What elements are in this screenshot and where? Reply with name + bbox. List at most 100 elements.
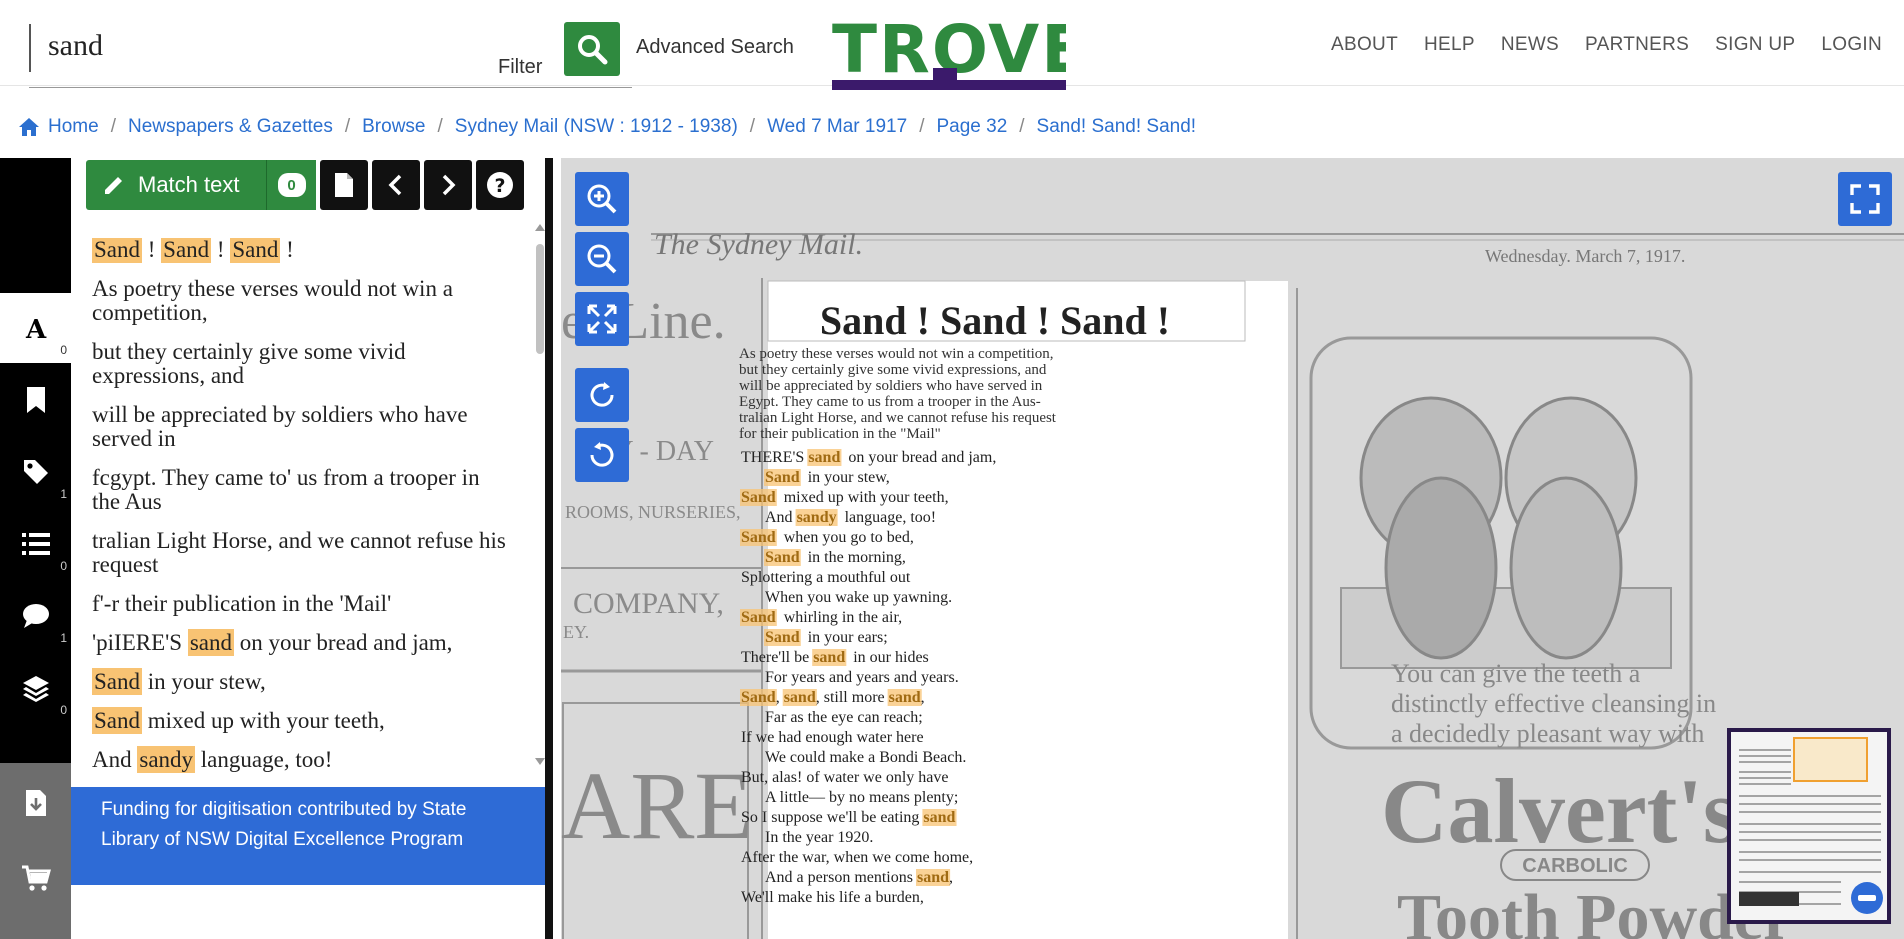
text-line: tralian Light Horse, and we cannot refus… <box>92 529 512 577</box>
poem-segment: , <box>776 689 784 706</box>
page-search-hit: Sand <box>741 689 776 706</box>
breadcrumb-separator: / <box>437 116 443 137</box>
poem-segment <box>741 629 765 646</box>
tag-icon <box>23 460 48 484</box>
bookmark-icon <box>26 387 45 413</box>
poem-line: In the year 1920. <box>741 829 873 846</box>
home-icon[interactable] <box>18 117 40 137</box>
fullscreen-icon <box>1850 184 1880 214</box>
poem-segment: So I suppose we'll be eating <box>741 809 923 826</box>
minus-icon <box>1858 895 1876 901</box>
site-header: Filter Advanced Search TROVE ABOUT HELP … <box>0 0 1904 90</box>
poem-segment: whirling in the air, <box>776 609 902 626</box>
match-count-button[interactable]: 0 <box>266 160 316 210</box>
poem-line: And sandy language, too! <box>741 509 936 526</box>
poem-line: Sand in the morning, <box>741 549 906 566</box>
page-search-hit: Sand <box>741 609 776 626</box>
scroll-thumb[interactable] <box>536 244 544 354</box>
text-segment: on your bread and jam, <box>234 630 453 655</box>
page-minimap[interactable] <box>1727 728 1891 924</box>
expand-icon <box>587 304 617 334</box>
cart-icon <box>21 865 51 891</box>
poem-segment: But, alas! of water we only have <box>741 769 948 786</box>
nav-partners[interactable]: PARTNERS <box>1585 34 1689 56</box>
svg-text:?: ? <box>494 175 505 197</box>
search-hit: sandy <box>137 746 196 773</box>
fullscreen-button[interactable] <box>1838 172 1892 226</box>
rail-layers-tab[interactable]: 0 <box>0 653 71 723</box>
poem-segment: in our hides <box>845 649 929 666</box>
rail-bookmark-tab[interactable] <box>0 365 71 435</box>
intro-line: Egypt. They came to us from a trooper in… <box>739 394 1041 410</box>
rail-text-tab[interactable]: A 0 <box>0 293 71 363</box>
page-search-hit: sand <box>917 869 949 886</box>
rail-download-tab[interactable] <box>0 768 71 838</box>
poem-line: Splottering a mouthful out <box>741 569 911 586</box>
search-caret <box>29 24 31 72</box>
breadcrumb-article[interactable]: Sand! Sand! Sand! <box>1037 116 1197 138</box>
breadcrumb-page[interactable]: Page 32 <box>936 116 1007 138</box>
breadcrumb-issue[interactable]: Wed 7 Mar 1917 <box>767 116 907 138</box>
advanced-search-link[interactable]: Advanced Search <box>636 36 794 59</box>
nav-help[interactable]: HELP <box>1424 34 1475 56</box>
nav-about[interactable]: ABOUT <box>1331 34 1398 56</box>
text-toolbar: Match text 0 ? <box>86 160 524 210</box>
search-button[interactable] <box>564 22 620 76</box>
breadcrumb-home[interactable]: Home <box>48 116 99 138</box>
scroll-down-icon[interactable] <box>534 757 546 767</box>
text-scrollbar[interactable] <box>534 222 546 774</box>
rail-cart-tab[interactable] <box>0 843 71 913</box>
poem-segment: A little— by no means plenty; <box>741 789 958 806</box>
breadcrumb-separator: / <box>749 116 756 137</box>
intro-line: for their publication in the "Mail" <box>739 426 941 442</box>
next-article-button[interactable] <box>424 160 472 210</box>
search-hit: Sand <box>92 238 142 263</box>
search-box: Filter <box>29 20 632 88</box>
breadcrumb-newspapers[interactable]: Newspapers & Gazettes <box>128 116 333 138</box>
page-search-hit: Sand <box>741 489 776 506</box>
trove-logo[interactable]: TROVE <box>832 11 1086 94</box>
nav-sign-up[interactable]: SIGN UP <box>1715 34 1795 56</box>
intro-line: will be appreciated by soldiers who have… <box>739 378 1043 394</box>
previous-article-button[interactable] <box>372 160 420 210</box>
zoom-out-button[interactable] <box>575 232 629 286</box>
zoom-in-button[interactable] <box>575 172 629 226</box>
rotate-right-button[interactable] <box>575 368 629 422</box>
text-segment: f'-r their publication in the 'Mail' <box>92 591 392 616</box>
filter-button[interactable]: Filter <box>498 56 542 79</box>
pencil-icon <box>105 177 122 194</box>
breadcrumb-separator: / <box>1019 116 1025 137</box>
text-segment: but they certainly give some vivid expre… <box>92 339 406 388</box>
poem-line: Sand mixed up with your teeth, <box>741 489 949 506</box>
breadcrumb-title[interactable]: Sydney Mail (NSW : 1912 - 1938) <box>455 116 738 138</box>
text-line: Sand ! Sand ! Sand ! <box>92 238 512 263</box>
minimap-viewport[interactable] <box>1793 737 1868 782</box>
page-viewer[interactable]: The Sydney Mail. Wednesday. March 7, 191… <box>561 158 1904 939</box>
minimap-toggle-button[interactable] <box>1851 882 1883 914</box>
breadcrumb-browse[interactable]: Browse <box>362 116 425 138</box>
text-panel: Match text 0 ? Sand ! Sand ! Sand ! As po… <box>71 158 553 939</box>
ad-copy: a decidedly pleasant way with <box>1391 719 1704 748</box>
rail-tags-tab[interactable]: 1 <box>0 437 71 507</box>
poem-segment: There'll be <box>741 649 813 666</box>
poem-line: And a person mentions sand, <box>741 869 953 886</box>
view-document-button[interactable] <box>320 160 368 210</box>
rail-lists-tab[interactable]: 0 <box>0 509 71 579</box>
rotate-left-button[interactable] <box>575 428 629 482</box>
rail-count: 0 <box>60 559 67 573</box>
question-icon: ? <box>487 172 513 198</box>
poem-segment: language, too! <box>837 509 937 526</box>
nav-news[interactable]: NEWS <box>1501 34 1559 56</box>
breadcrumb: Home / Newspapers & Gazettes / Browse / … <box>18 116 1196 138</box>
poem-segment: on your bread and jam, <box>840 449 996 466</box>
fit-page-button[interactable] <box>575 292 629 346</box>
rail-comments-tab[interactable]: 1 <box>0 581 71 651</box>
match-text-button[interactable]: Match text <box>86 160 266 210</box>
scroll-up-icon[interactable] <box>534 222 546 232</box>
text-line: 'piIERE'S sand on your bread and jam, <box>92 629 512 656</box>
nav-login[interactable]: LOGIN <box>1821 34 1882 56</box>
search-input[interactable] <box>48 26 448 66</box>
left-col-text: COMPANY, <box>573 587 724 620</box>
poem-line: When you wake up yawning. <box>741 589 952 606</box>
help-button[interactable]: ? <box>476 160 524 210</box>
